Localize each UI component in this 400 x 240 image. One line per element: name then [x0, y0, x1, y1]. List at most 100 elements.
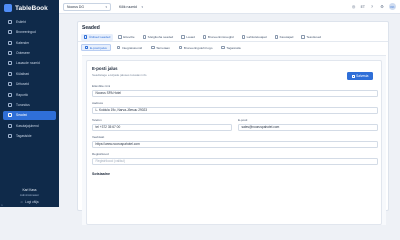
gear-icon [8, 113, 12, 118]
settings-icon [84, 35, 88, 39]
sidebar-item[interactable]: Turundus [3, 100, 56, 110]
users-icon [274, 35, 278, 39]
hotel-select[interactable]: Noorus DG ▾ [63, 2, 111, 11]
card-title: E-posti jalus [92, 66, 118, 71]
tab[interactable]: Lahtiolekuajad [239, 34, 270, 41]
tab-label: Üldised seaded [88, 35, 111, 39]
room-select[interactable]: Kõik ruumid ▾ [115, 3, 147, 11]
address-input[interactable]: L. Koidula 19c, Narva-Jõesuu 29023 [92, 106, 378, 114]
tab-label: Lauad [186, 35, 195, 39]
tab[interactable]: Broneeringuleht logo [176, 44, 216, 51]
phone-field: Telefon tel +372 35 67 00 [92, 118, 232, 131]
tab-label: Broneerimisreeglid [207, 35, 234, 39]
sidebar-item[interactable]: Ooteseen [3, 48, 56, 58]
save-button-label: Salvesta [356, 74, 369, 78]
tab-label: Teavitused [306, 35, 322, 39]
book-icon [8, 123, 12, 128]
sidebar-item[interactable]: Kalender [3, 38, 56, 48]
website-label: Veebisait [92, 135, 105, 139]
email-footer-card: E-posti jalus Seadistage e-kirjade jalus… [86, 60, 382, 225]
sidebar-item-label: Seaded [16, 113, 28, 118]
company-name-field: Ettevõtte nimi Noorus SPA Hotel [92, 84, 378, 97]
email-input[interactable]: sales@nooruspahotel.com [238, 123, 378, 131]
tab[interactable]: Broneerimisreeglid [200, 34, 237, 41]
sidebar-item-label: Esileht [16, 19, 26, 24]
logout-button[interactable]: ⇦ Logi välja [0, 200, 59, 204]
card-subtitle: Seadistage e-kirjade jaluses kuvatav inf… [92, 73, 147, 77]
registry-input[interactable]: Registrikood (valikul) [92, 157, 378, 165]
event-icon [8, 82, 12, 87]
sidebar-footer: Karl Kass Administraator ⇦ Logi välja [0, 188, 59, 207]
restaurant-icon [142, 35, 147, 39]
tab-label: Kasutajad [279, 35, 294, 39]
sidebar-item[interactable]: Seaded [3, 110, 56, 121]
feedback-icon [8, 134, 12, 139]
brand[interactable]: TableBook [0, 0, 59, 16]
sidebar-item[interactable]: Külalised [3, 69, 56, 79]
chevron-down-icon: ▾ [105, 4, 107, 9]
address-label: Aadress [92, 101, 104, 105]
chart-icon [8, 92, 12, 97]
sidebar-item-label: Broneeringud [16, 30, 36, 35]
table-icon [181, 35, 185, 39]
address-field: Aadress L. Koidula 19c, Narva-Jõesuu 290… [92, 101, 378, 114]
tab[interactable]: Ettevõte [115, 34, 137, 41]
tab[interactable]: Kasutajad [272, 34, 297, 41]
calendar-icon [8, 30, 12, 35]
hotel-select-value: Noorus DG [67, 4, 84, 9]
website-input[interactable]: https://www.nooruspahotel.com [92, 140, 378, 148]
sidebar-item-label: Kalender [16, 40, 30, 45]
sidebar-item-label: Ooteseen [16, 50, 31, 55]
sidebar-item[interactable]: Raportid [3, 90, 56, 100]
chevron-down-icon: ▾ [141, 4, 143, 9]
tab-label: Lahtiolekuajad [246, 35, 267, 39]
company-name-input[interactable]: Noorus SPA Hotel [92, 89, 378, 97]
avatar[interactable]: KK [389, 3, 396, 10]
sidebar-item[interactable]: Kasutajajuhend [3, 121, 56, 131]
tab-label: Tagasiside [226, 45, 242, 50]
tab[interactable]: Integratsioonid [114, 44, 145, 51]
language-icon[interactable]: ◎ [351, 4, 357, 10]
sidebar-item-label: Tagasiside [16, 134, 32, 139]
topbar: Noorus DG ▾ Kõik ruumid ▾ ◎ ET ? ⚙ KK [59, 0, 400, 14]
page-title: Seaded [82, 24, 100, 31]
tab[interactable]: E-posti jalus [81, 44, 111, 51]
settings-icon[interactable]: ⚙ [379, 4, 385, 10]
sidebar-item[interactable]: Lauaude ruumid [3, 59, 56, 69]
tab[interactable]: Tarnetaan [148, 44, 173, 51]
primary-tabs: Üldised seaded Ettevõte Söögikoha seaded La… [78, 33, 388, 42]
sidebar-item-label: Lauaude ruumid [16, 61, 40, 66]
corner-tag: n [1, 203, 3, 207]
sidebar-item[interactable]: Esileht [3, 17, 56, 27]
home-icon [8, 19, 12, 24]
sidebar-item[interactable]: Broneeringud [3, 27, 56, 37]
tab-label: Ettevõte [123, 35, 135, 39]
building-icon [118, 35, 122, 39]
save-icon [351, 74, 355, 78]
plug-icon [116, 45, 121, 50]
sidebar-item-label: Raportid [16, 92, 29, 97]
sidebar-item-label: Ürituseid [16, 82, 30, 87]
user-role: Administraator [19, 193, 40, 197]
save-button[interactable]: Salvesta [347, 72, 373, 80]
language-label[interactable]: ET [361, 5, 365, 9]
tab[interactable]: Teavitused [298, 34, 324, 41]
feedback-icon [221, 45, 225, 50]
tab[interactable]: Söögikoha seaded [140, 34, 177, 41]
tab[interactable]: Üldised seaded [81, 33, 114, 41]
phone-input[interactable]: tel +372 35 67 00 [92, 123, 232, 131]
logout-icon: ⇦ [20, 200, 24, 204]
sidebar-item-label: Külalised [16, 71, 30, 76]
bell-icon [301, 35, 305, 39]
tab[interactable]: Tagasiside [218, 44, 244, 51]
social-section-title: Sotsiaalne [92, 172, 110, 176]
sidebar-item[interactable]: Ürituseid [3, 79, 56, 89]
help-icon[interactable]: ? [369, 4, 375, 10]
sidebar: TableBook Esileht Broneeringud Kalender Oot… [0, 0, 59, 207]
image-icon [178, 45, 183, 50]
settings-content: E-posti jalus Seadistage e-kirjade jalus… [82, 55, 386, 225]
sidebar-item[interactable]: Tagasiside [3, 131, 56, 141]
tab[interactable]: Lauad [178, 34, 198, 41]
website-field: Veebisait https://www.nooruspahotel.com [92, 135, 378, 148]
sidebar-nav: Esileht Broneeringud Kalender Ooteseen Lauau… [0, 16, 59, 141]
